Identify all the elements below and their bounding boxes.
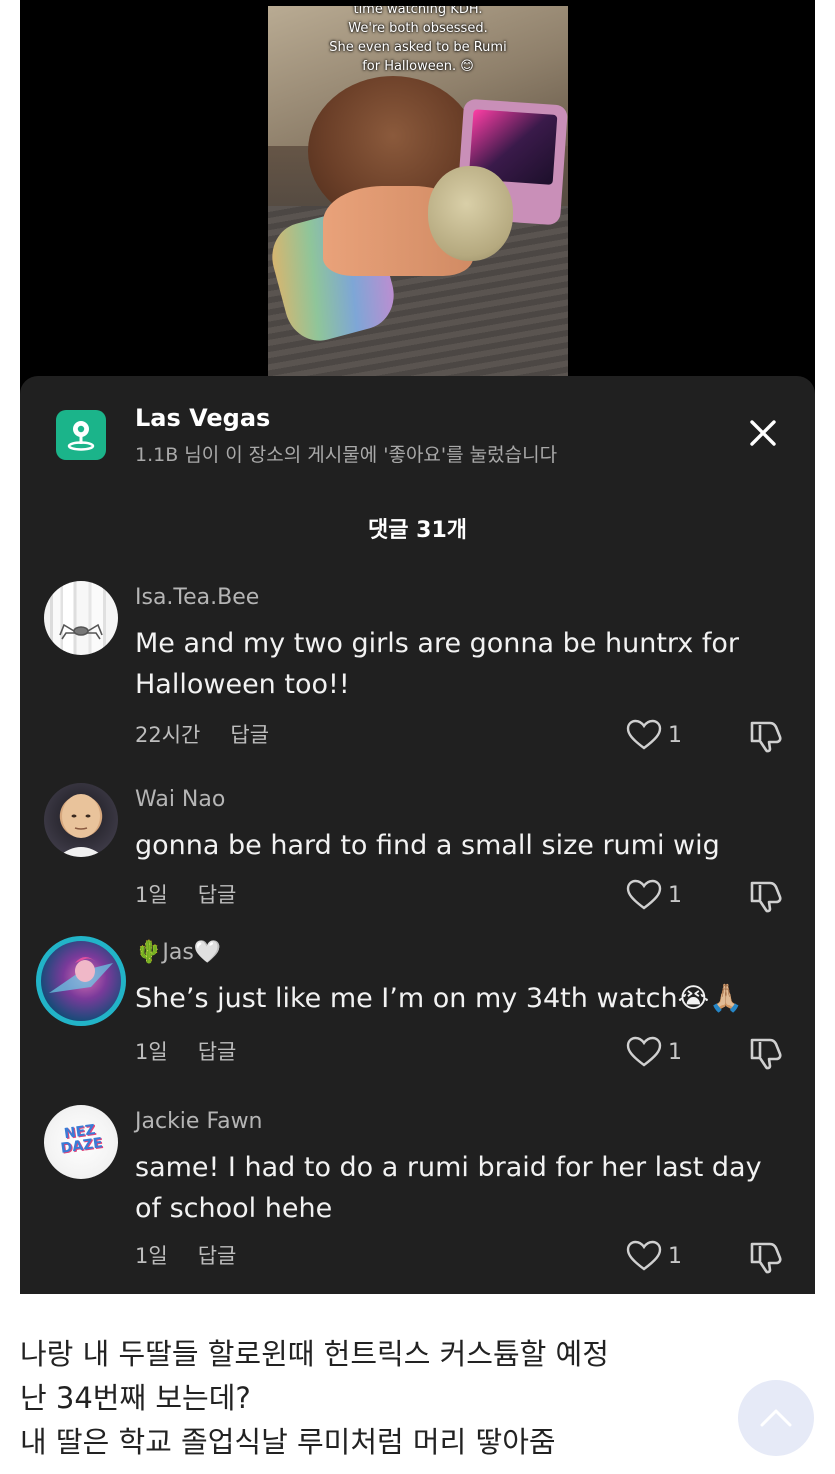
reply-button[interactable]: 답글 [198,883,237,907]
reply-button[interactable]: 답글 [198,1244,237,1268]
comment-time: 22시간 [135,723,201,747]
post-text-line: 나랑 내 두딸들 할로윈때 헌트릭스 커스튬할 예정 [20,1337,609,1371]
like-button[interactable]: 1 [626,719,686,753]
video-caption-line: She even asked to be Rumi [329,40,507,55]
comment-meta: 22시간 답글 [135,719,299,749]
avatar[interactable]: NEZ DAZE [44,1105,118,1179]
video-caption-line: time watching KDH. [353,6,483,17]
avatar[interactable] [44,783,118,857]
comment-author[interactable]: Wai Nao [135,787,225,812]
like-button[interactable]: 1 [626,1036,686,1070]
place-like-count: 1.1B 님이 이 장소의 게시물에 '좋아요'를 눌렀습니다 [135,444,558,466]
like-button[interactable]: 1 [626,1240,686,1274]
comment-text: gonna be hard to find a small size rumi … [135,830,720,861]
thumbs-down-icon [750,721,782,753]
close-icon [750,420,776,446]
post-text-line: 난 34번째 보는데? [20,1381,251,1415]
place-name[interactable]: Las Vegas [135,404,270,432]
comment-meta: 1일 답글 [135,1240,266,1270]
reply-button[interactable]: 답글 [198,1040,237,1064]
video-plush-toy [428,166,513,261]
heart-icon [626,1036,662,1067]
screenshot: time watching KDH. We're both obsessed. … [20,0,815,1294]
comment-time: 1일 [135,1040,168,1064]
comment-author[interactable]: Isa.Tea.Bee [135,585,259,610]
thumbs-down-icon [750,1242,782,1274]
like-count: 1 [668,1244,682,1269]
comments-count-title: 댓글 31개 [368,518,467,543]
comment-time: 1일 [135,883,168,907]
comment-author[interactable]: Jackie Fawn [135,1109,263,1134]
thumbs-down-icon [750,881,782,913]
comments-sheet: Las Vegas 1.1B 님이 이 장소의 게시물에 '좋아요'를 눌렀습니… [20,376,815,1294]
comment-text: same! I had to do a rumi braid for her l… [135,1152,762,1224]
comment-meta: 1일 답글 [135,879,266,909]
dislike-button[interactable] [748,1238,784,1274]
avatar[interactable] [36,936,126,1026]
heart-icon [626,879,662,910]
like-count: 1 [668,1040,682,1065]
dislike-button[interactable] [748,877,784,913]
comment-text: She’s just like me I’m on my 34th watch😭… [135,983,743,1014]
video-caption-line: for Halloween. 😊 [362,59,474,74]
comment-text: Me and my two girls are gonna be huntrx … [135,628,739,700]
close-button[interactable] [740,414,786,454]
heart-icon [626,1240,662,1271]
video-caption: time watching KDH. We're both obsessed. … [268,6,568,76]
avatar[interactable] [44,581,118,655]
dislike-button[interactable] [748,717,784,753]
like-count: 1 [668,723,682,748]
thumbs-down-icon [750,1038,782,1070]
scroll-to-top-button[interactable] [738,1380,814,1456]
post-body-text: 나랑 내 두딸들 할로윈때 헌트릭스 커스튬할 예정 난 34번째 보는데? 내… [20,1332,720,1464]
reply-button[interactable]: 답글 [230,723,269,747]
like-button[interactable]: 1 [626,879,686,913]
video-preview[interactable]: time watching KDH. We're both obsessed. … [268,6,568,382]
map-pin-icon[interactable] [56,410,106,460]
comment-time: 1일 [135,1244,168,1268]
post-text-line: 내 딸은 학교 졸업식날 루미처럼 머리 땋아줌 [20,1425,556,1459]
comment-meta: 1일 답글 [135,1036,266,1066]
video-caption-line: We're both obsessed. [348,21,488,36]
dislike-button[interactable] [748,1034,784,1070]
comment-author[interactable]: 🌵Jas🤍 [135,940,221,965]
chevron-up-icon [760,1409,792,1427]
heart-icon [626,719,662,750]
like-count: 1 [668,883,682,908]
avatar-logo: NEZ DAZE [59,1121,104,1157]
